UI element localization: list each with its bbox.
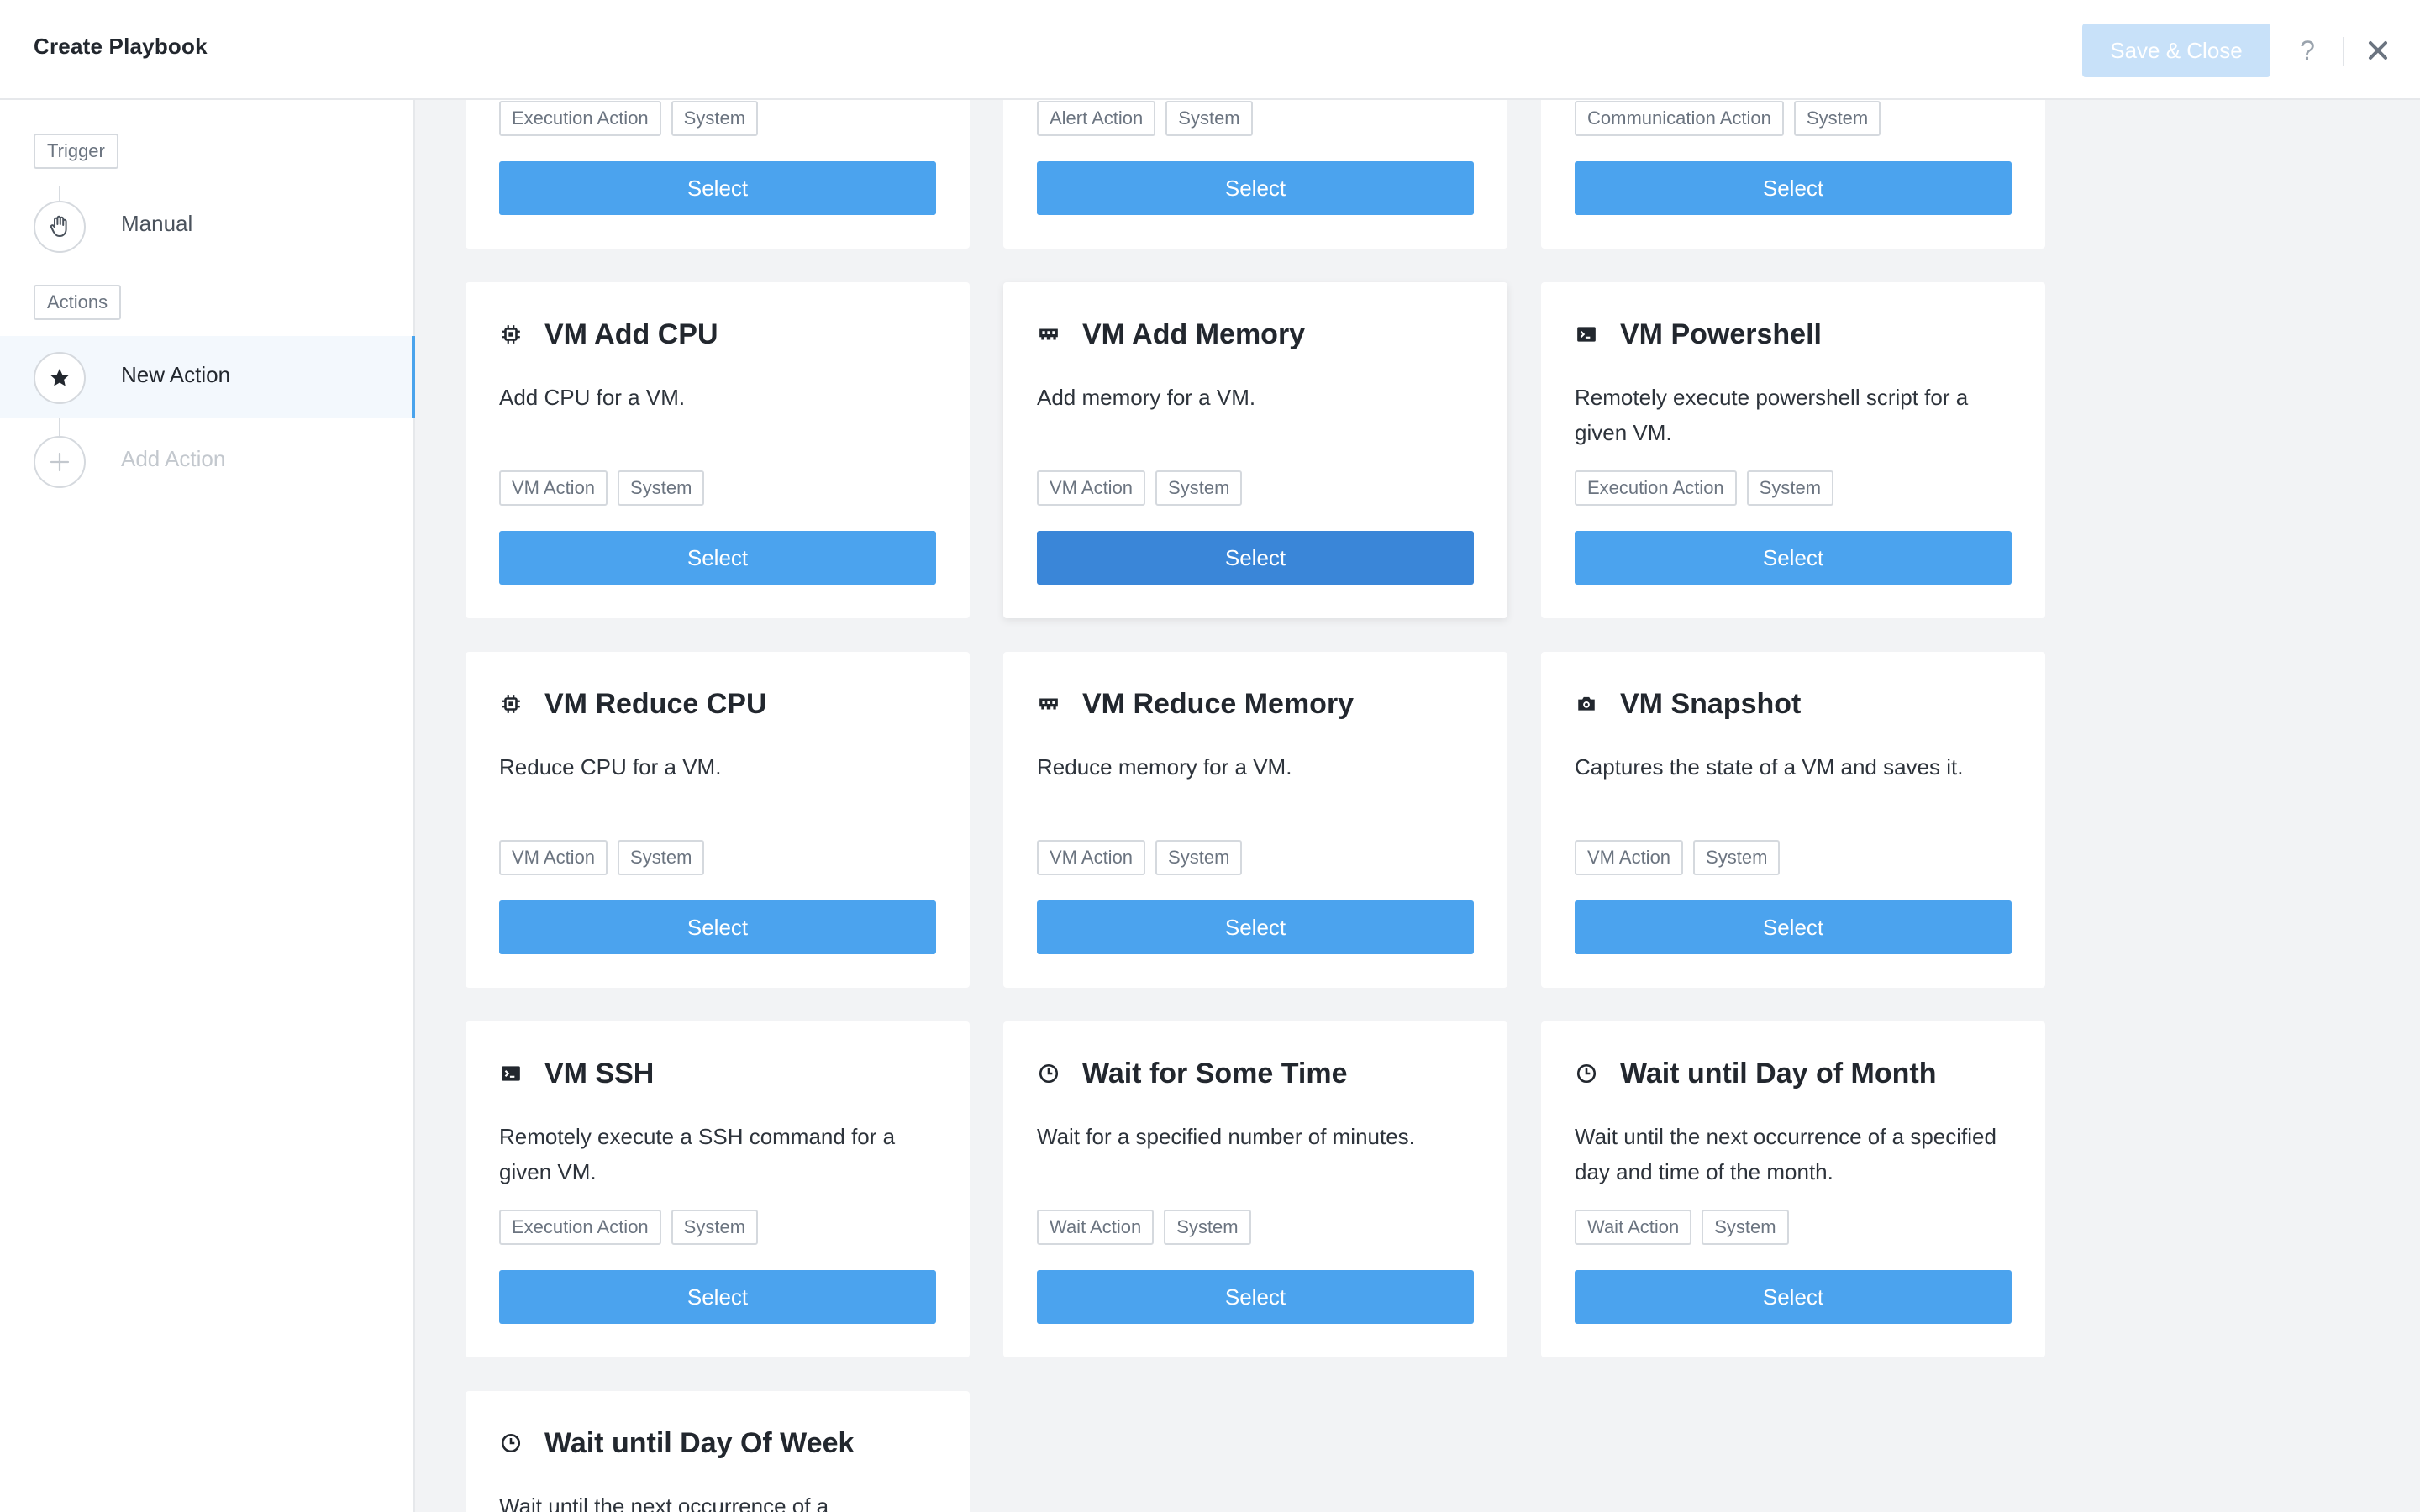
select-button[interactable]: Select bbox=[499, 531, 936, 585]
system-tag: System bbox=[1702, 1210, 1789, 1245]
card-description: Remotely execute powershell script for a… bbox=[1575, 385, 1969, 445]
card-description: Wait for a specified number of minutes. bbox=[1037, 1124, 1415, 1149]
card-title: VM Reduce Memory bbox=[1082, 687, 1355, 720]
terminal-icon bbox=[1575, 323, 1598, 346]
clock-icon bbox=[499, 1431, 523, 1455]
plus-icon bbox=[50, 452, 70, 472]
card-title: Wait until Day of Month bbox=[1620, 1057, 1937, 1089]
actions-section-tag: Actions bbox=[34, 285, 122, 320]
help-icon[interactable]: ? bbox=[2294, 30, 2321, 71]
system-tag: System bbox=[1693, 840, 1781, 875]
page-title: Create Playbook bbox=[34, 34, 208, 59]
category-tag: Wait Action bbox=[1575, 1210, 1692, 1245]
trigger-section-tag: Trigger bbox=[34, 134, 118, 169]
card-description: Wait until the next occurrence of a bbox=[499, 1494, 829, 1512]
card-description: Remotely execute a SSH command for a giv… bbox=[499, 1124, 896, 1184]
add-action-label[interactable]: Add Action bbox=[121, 446, 225, 472]
card-title: VM SSH bbox=[544, 1057, 655, 1089]
action-step-label[interactable]: New Action bbox=[121, 362, 230, 388]
system-tag: System bbox=[1746, 470, 1834, 506]
card-title: Wait for Some Time bbox=[1082, 1057, 1348, 1089]
action-card-vm-add-cpu: VM Add CPU Add CPU for a VM. VM Action S… bbox=[466, 282, 970, 618]
category-tag: VM Action bbox=[1037, 840, 1146, 875]
category-tag: VM Action bbox=[1037, 470, 1146, 506]
card-title: VM Add Memory bbox=[1082, 318, 1306, 350]
card-title: VM Snapshot bbox=[1620, 687, 1802, 720]
card-title: VM Powershell bbox=[1620, 318, 1822, 350]
add-action-circle[interactable] bbox=[34, 436, 86, 488]
clock-icon bbox=[1575, 1062, 1598, 1085]
playbook-sidebar: Trigger Manual Actions New Action Add Ac… bbox=[0, 100, 415, 1512]
hand-icon bbox=[50, 215, 67, 237]
camera-icon bbox=[1575, 692, 1598, 716]
star-icon bbox=[50, 368, 69, 386]
action-card-vm-reduce-cpu: VM Reduce CPU Reduce CPU for a VM. VM Ac… bbox=[466, 652, 970, 988]
action-card-vm-powershell: VM Powershell Remotely execute powershel… bbox=[1541, 282, 2045, 618]
memory-icon bbox=[1037, 692, 1060, 716]
select-button[interactable]: Select bbox=[1575, 161, 2012, 215]
memory-icon bbox=[1037, 323, 1060, 346]
card-description: Add CPU for a VM. bbox=[499, 385, 686, 410]
cpu-icon bbox=[499, 692, 523, 716]
system-tag: System bbox=[1155, 840, 1243, 875]
card-title: Wait until Day Of Week bbox=[544, 1426, 855, 1459]
card-description: Captures the state of a VM and saves it. bbox=[1575, 754, 1964, 780]
card-title: VM Add CPU bbox=[544, 318, 718, 350]
action-step-circle[interactable] bbox=[34, 352, 86, 404]
select-button[interactable]: Select bbox=[499, 900, 936, 954]
card-title: VM Reduce CPU bbox=[544, 687, 767, 720]
cpu-icon bbox=[499, 323, 523, 346]
header-divider bbox=[2343, 37, 2344, 66]
category-tag: Execution Action bbox=[499, 101, 661, 136]
select-button[interactable]: Select bbox=[499, 161, 936, 215]
system-tag: System bbox=[1165, 101, 1253, 136]
select-button[interactable]: Select bbox=[1575, 900, 2012, 954]
card-description: Reduce CPU for a VM. bbox=[499, 754, 722, 780]
action-card-vm-add-memory: VM Add Memory Add memory for a VM. VM Ac… bbox=[1003, 282, 1507, 618]
card-description: Reduce memory for a VM. bbox=[1037, 754, 1292, 780]
header-bar: Create Playbook Save & Close ? bbox=[0, 0, 2420, 100]
trigger-step-circle[interactable] bbox=[34, 201, 86, 253]
action-card-wait-until-day-of-week: Wait until Day Of Week Wait until the ne… bbox=[466, 1391, 970, 1512]
category-tag: VM Action bbox=[499, 840, 608, 875]
trigger-step-label[interactable]: Manual bbox=[121, 211, 192, 237]
system-tag: System bbox=[671, 1210, 759, 1245]
close-icon[interactable] bbox=[2361, 34, 2395, 67]
system-tag: System bbox=[1164, 1210, 1251, 1245]
select-button[interactable]: Select bbox=[1037, 1270, 1474, 1324]
system-tag: System bbox=[1793, 101, 1881, 136]
system-tag: System bbox=[1155, 470, 1243, 506]
category-tag: Communication Action bbox=[1575, 101, 1784, 136]
action-card-vm-ssh: VM SSH Remotely execute a SSH command fo… bbox=[466, 1021, 970, 1357]
category-tag: Alert Action bbox=[1037, 101, 1156, 136]
category-tag: Execution Action bbox=[499, 1210, 661, 1245]
save-close-button[interactable]: Save & Close bbox=[2082, 24, 2270, 77]
select-button[interactable]: Select bbox=[1037, 900, 1474, 954]
clock-icon bbox=[1037, 1062, 1060, 1085]
terminal-icon bbox=[499, 1062, 523, 1085]
action-card-vm-reduce-memory: VM Reduce Memory Reduce memory for a VM.… bbox=[1003, 652, 1507, 988]
action-card-wait-until-day-of-month: Wait until Day of Month Wait until the n… bbox=[1541, 1021, 2045, 1357]
select-button[interactable]: Select bbox=[1037, 161, 1474, 215]
select-button[interactable]: Select bbox=[1575, 1270, 2012, 1324]
category-tag: Wait Action bbox=[1037, 1210, 1155, 1245]
select-button[interactable]: Select bbox=[1037, 531, 1474, 585]
category-tag: VM Action bbox=[499, 470, 608, 506]
select-button[interactable]: Select bbox=[1575, 531, 2012, 585]
system-tag: System bbox=[618, 470, 705, 506]
system-tag: System bbox=[671, 101, 759, 136]
category-tag: Execution Action bbox=[1575, 470, 1737, 506]
select-button[interactable]: Select bbox=[499, 1270, 936, 1324]
action-card-vm-snapshot: VM Snapshot Captures the state of a VM a… bbox=[1541, 652, 2045, 988]
system-tag: System bbox=[618, 840, 705, 875]
card-description: Add memory for a VM. bbox=[1037, 385, 1256, 410]
card-description: Wait until the next occurrence of a spec… bbox=[1575, 1124, 1996, 1184]
action-card-wait-for-some-time: Wait for Some Time Wait for a specified … bbox=[1003, 1021, 1507, 1357]
category-tag: VM Action bbox=[1575, 840, 1684, 875]
